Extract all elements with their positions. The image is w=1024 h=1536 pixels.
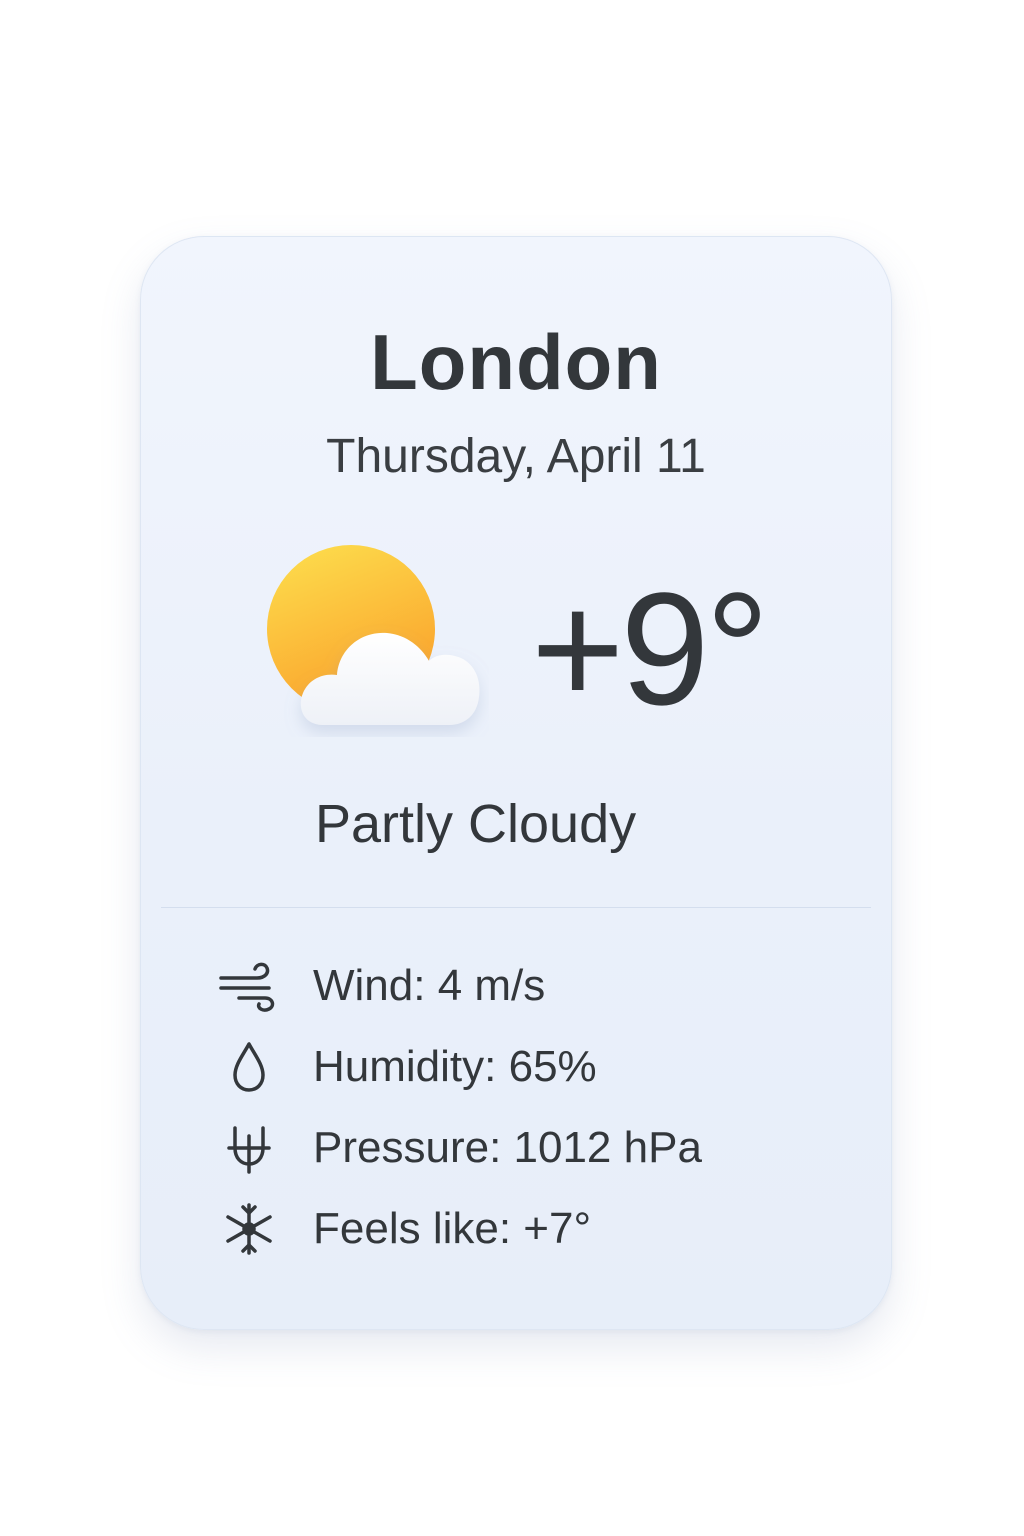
humidity-icon (217, 1041, 281, 1093)
detail-humidity: Humidity: 65% (217, 1026, 837, 1107)
condition-label: Partly Cloudy (315, 794, 637, 854)
detail-wind: Wind: 4 m/s (217, 945, 837, 1026)
city-name: London (370, 318, 662, 406)
date-label: Thursday, April 11 (326, 430, 706, 483)
divider (161, 907, 871, 908)
partly-cloudy-icon (259, 537, 489, 737)
detail-feels-like: Feels like: +7° (217, 1188, 837, 1269)
pressure-icon (217, 1122, 281, 1174)
details-list: Wind: 4 m/s Humidity: 65% Pressure: 1012… (217, 945, 837, 1269)
weather-card: London Thursday, April 11 +9° Partly Clo… (140, 236, 892, 1330)
feels-like-label: Feels like: +7° (313, 1203, 592, 1253)
detail-pressure: Pressure: 1012 hPa (217, 1107, 837, 1188)
pressure-label: Pressure: 1012 hPa (313, 1122, 702, 1172)
humidity-label: Humidity: 65% (313, 1041, 597, 1091)
wind-icon (217, 960, 281, 1012)
wind-label: Wind: 4 m/s (313, 960, 546, 1010)
feels-like-icon (217, 1202, 281, 1255)
temperature-value: +9° (531, 559, 769, 738)
page: London Thursday, April 11 +9° Partly Clo… (0, 0, 1024, 1536)
